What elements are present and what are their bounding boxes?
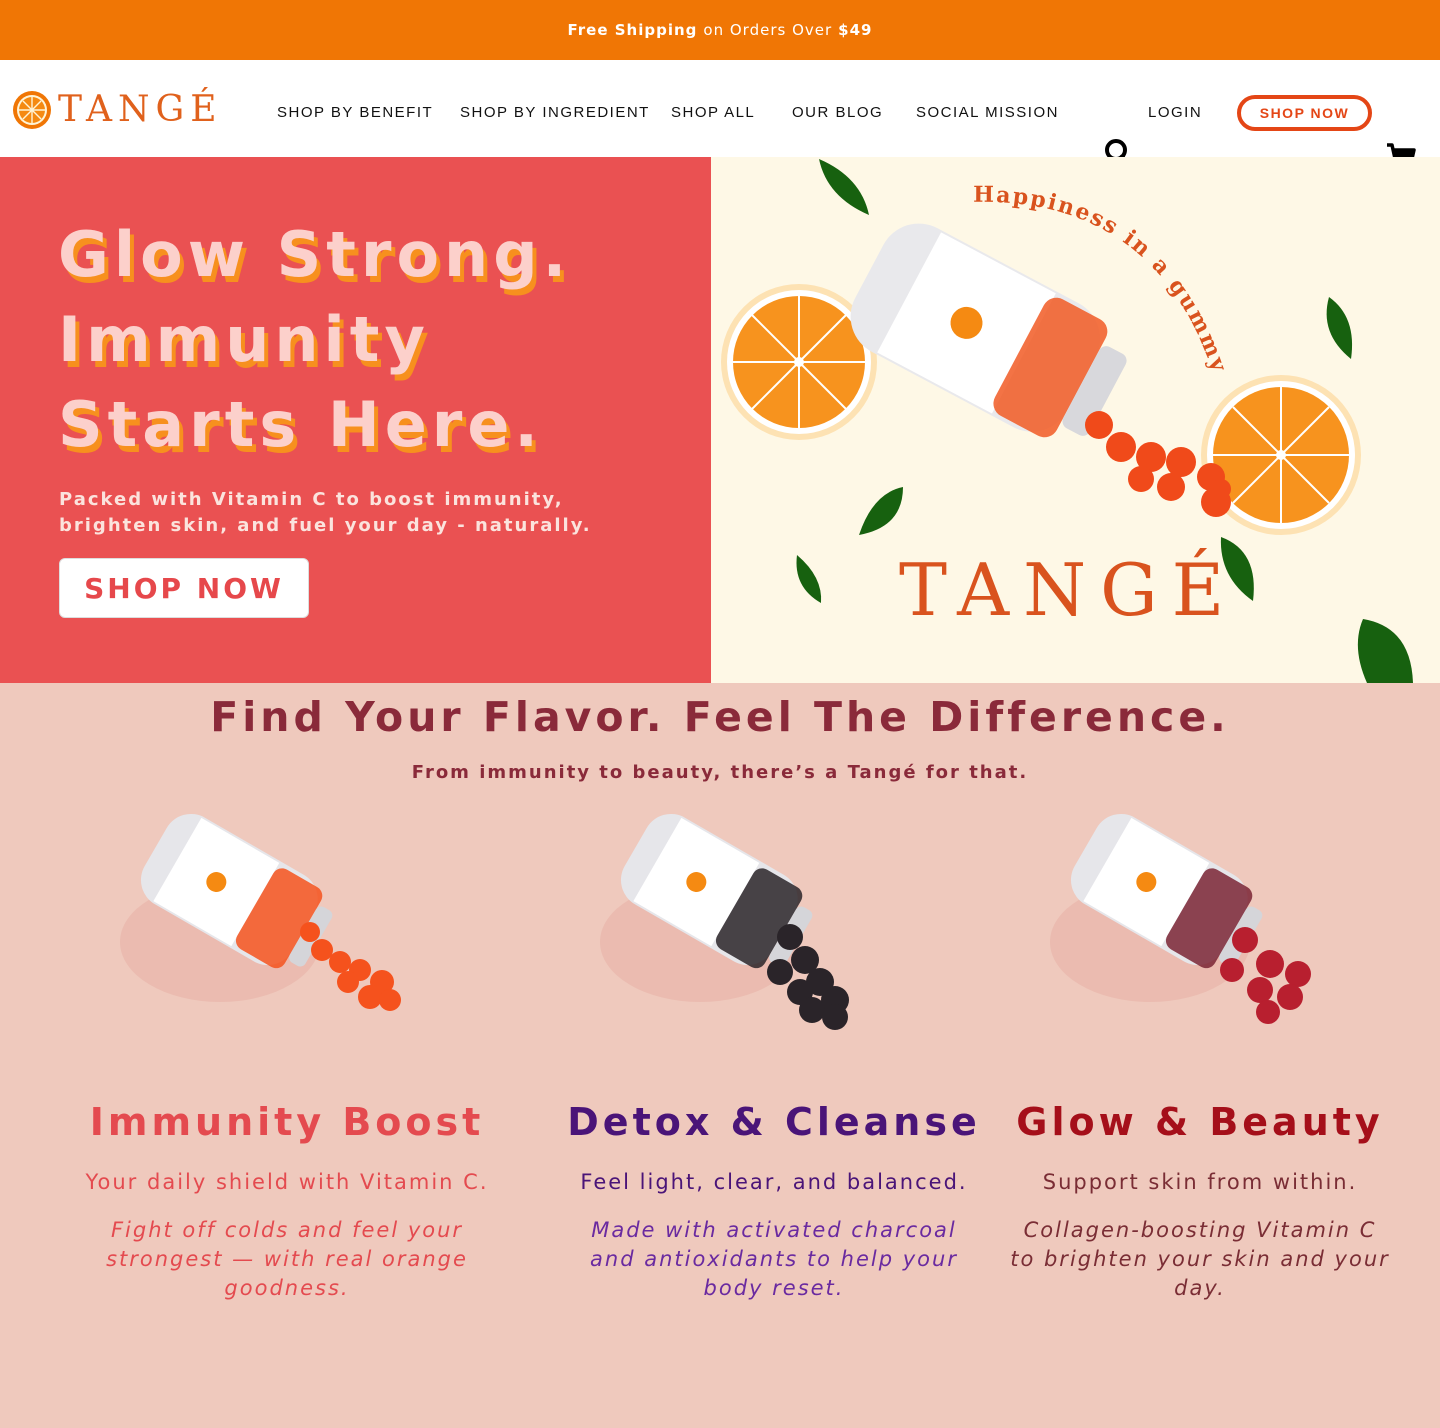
product-title: Detox & Cleanse bbox=[567, 1100, 981, 1144]
login-link[interactable]: LOGIN bbox=[1148, 104, 1202, 121]
orange-logo-icon bbox=[12, 90, 52, 130]
hero-subtitle: Packed with Vitamin C to boost immunity,… bbox=[59, 487, 679, 539]
brand-logo[interactable]: TANGÉ bbox=[12, 90, 223, 130]
announcement-middle: on Orders Over bbox=[703, 21, 833, 39]
product-tagline: Your daily shield with Vitamin C. bbox=[85, 1170, 489, 1194]
product-title: Glow & Beauty bbox=[1016, 1100, 1384, 1144]
section-title: Find Your Flavor. Feel The Difference. bbox=[210, 693, 1230, 741]
product-title: Immunity Boost bbox=[89, 1100, 485, 1144]
nav-our-blog[interactable]: OUR BLOG bbox=[792, 104, 883, 121]
product-description: Made with activated charcoal and antioxi… bbox=[590, 1218, 958, 1300]
hero-title-line: Starts Here. bbox=[58, 388, 543, 461]
hero-subtitle-line: brighten skin, and fuel your day - natur… bbox=[59, 515, 592, 536]
hero-image: Happiness in a gummy. TANGÉ bbox=[711, 157, 1440, 683]
section-subtitle: From immunity to beauty, there’s a Tangé… bbox=[411, 762, 1029, 783]
hero-image-brand: TANGÉ bbox=[899, 547, 1238, 632]
hero-illustration: Happiness in a gummy. TANGÉ bbox=[711, 157, 1413, 683]
nav-shop-by-ingredient[interactable]: SHOP BY INGREDIENT bbox=[460, 104, 650, 121]
hero-title-line: Glow Strong. bbox=[58, 218, 572, 291]
nav-shop-by-benefit[interactable]: SHOP BY BENEFIT bbox=[277, 104, 433, 121]
nav-shop-all[interactable]: SHOP ALL bbox=[671, 104, 755, 121]
product-image-immunity[interactable] bbox=[110, 812, 410, 1042]
product-image-glow[interactable] bbox=[1040, 812, 1340, 1042]
hero-subtitle-line: Packed with Vitamin C to boost immunity, bbox=[59, 489, 564, 510]
product-card-glow[interactable]: Glow & Beauty Support skin from within. … bbox=[960, 1100, 1440, 1303]
hero-shop-now-button[interactable]: SHOP NOW bbox=[59, 558, 309, 618]
product-description: Collagen-boosting Vitamin C to brighten … bbox=[1010, 1218, 1390, 1300]
site-header: TANGÉ SHOP BY BENEFIT SHOP BY INGREDIENT… bbox=[0, 60, 1440, 157]
announcement-bold-start: Free Shipping bbox=[567, 21, 698, 39]
product-description: Fight off colds and feel your strongest … bbox=[106, 1218, 468, 1300]
announcement-bar: Free Shipping on Orders Over $49 bbox=[0, 0, 1440, 60]
product-tagline: Feel light, clear, and balanced. bbox=[580, 1170, 968, 1194]
product-card-detox[interactable]: Detox & Cleanse Feel light, clear, and b… bbox=[539, 1100, 1009, 1303]
product-image-detox[interactable] bbox=[590, 812, 890, 1042]
hero-title-line: Immunity bbox=[58, 303, 430, 376]
nav-social-mission[interactable]: SOCIAL MISSION bbox=[916, 104, 1059, 121]
announcement-bold-end: $49 bbox=[838, 21, 873, 39]
logo-text: TANGÉ bbox=[58, 89, 223, 130]
product-tagline: Support skin from within. bbox=[1042, 1170, 1358, 1194]
hero-title: Glow Strong. Immunity Starts Here. bbox=[58, 212, 678, 467]
product-card-immunity[interactable]: Immunity Boost Your daily shield with Vi… bbox=[52, 1100, 522, 1303]
header-shop-now-button[interactable]: SHOP NOW bbox=[1237, 95, 1372, 131]
